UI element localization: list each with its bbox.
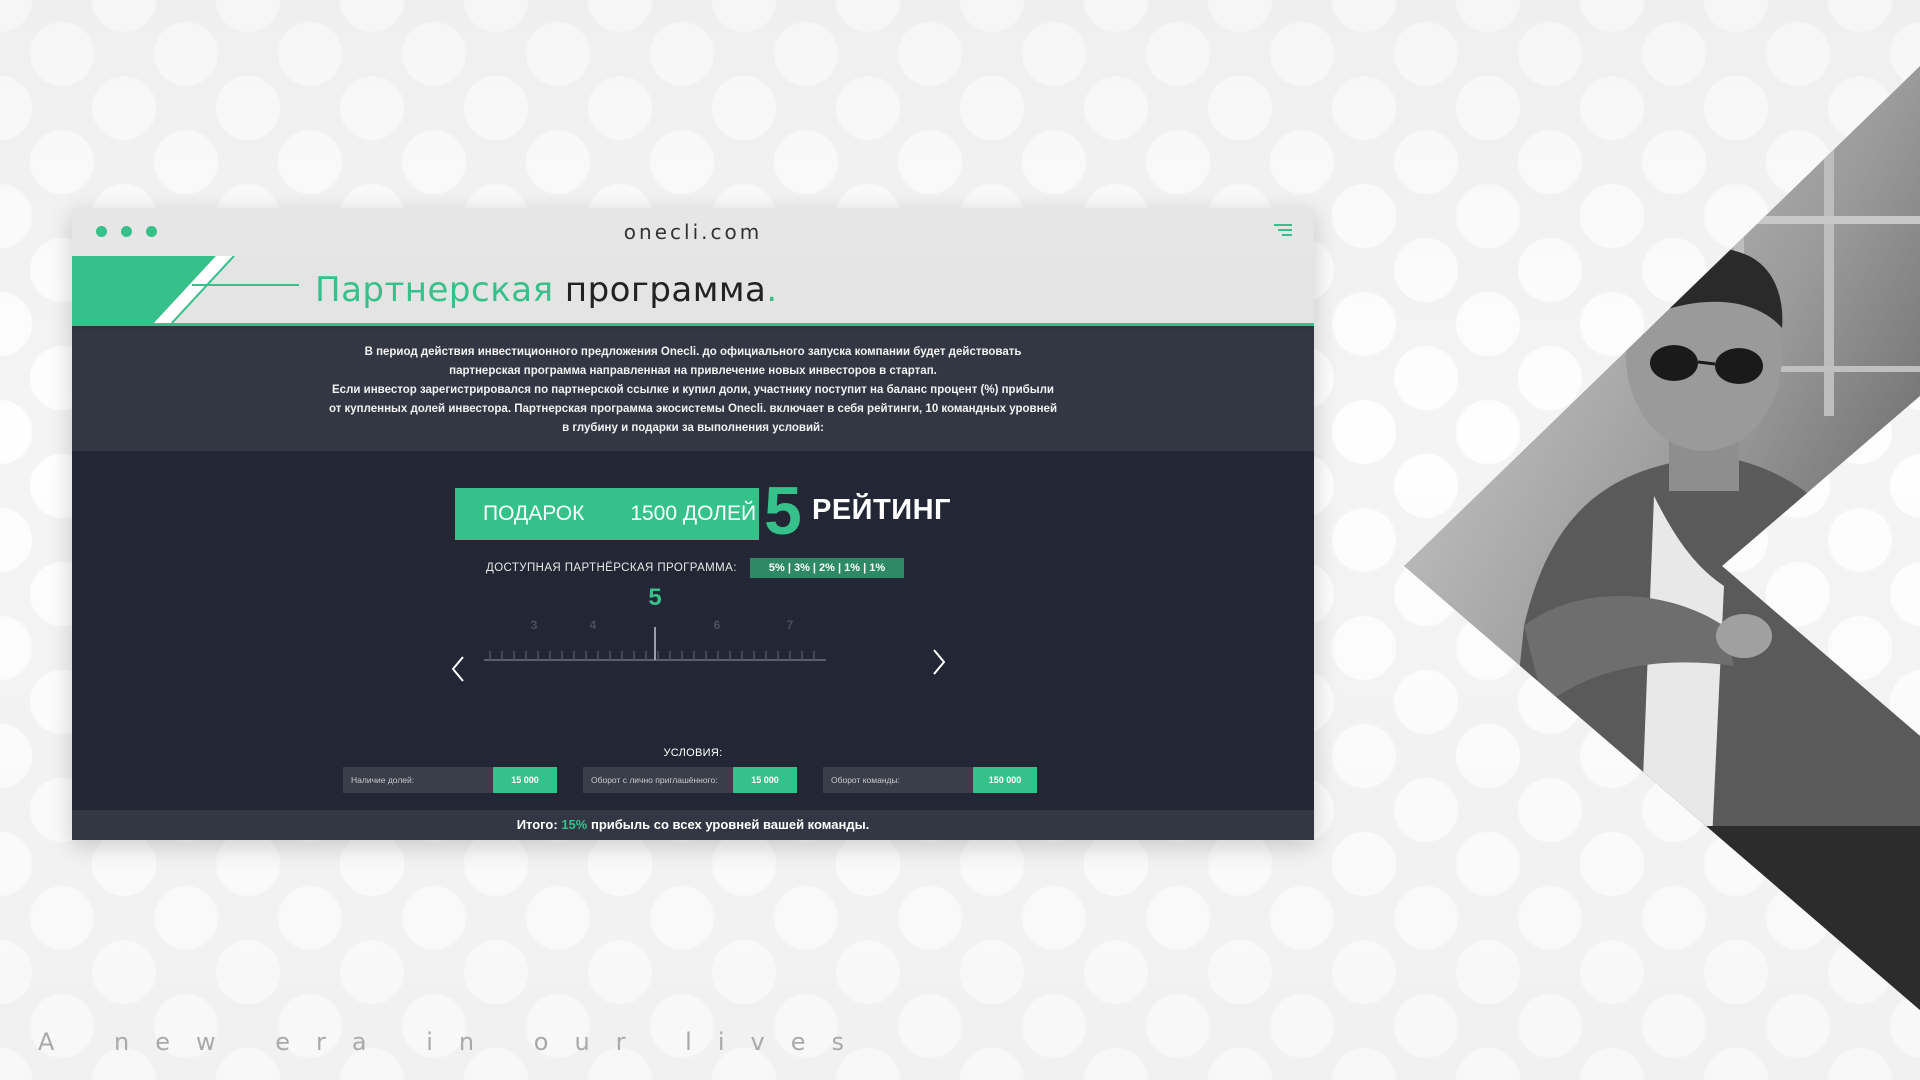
scale-ticks (489, 651, 815, 660)
chevron-right-icon (933, 649, 946, 675)
tagline: A new era in our lives (38, 1028, 870, 1056)
condition-value: 15 000 (493, 767, 557, 793)
summary-footer: Итого: 15% прибыль со всех уровней вашей… (72, 810, 1314, 840)
page-title-part1: Партнерская (315, 270, 554, 310)
scale-tick-label: 3 (531, 618, 538, 632)
page-title: Партнерская программа. (315, 270, 778, 310)
summary-prefix: Итого: (516, 817, 558, 832)
condition-team-turnover: Оборот команды: 150 000 (823, 767, 1037, 793)
condition-personal-turnover: Оборот с лично приглашённого: 15 000 (583, 767, 797, 793)
scale-tick-label: 4 (590, 618, 597, 632)
person-photo (1404, 66, 1920, 1010)
scale-current-label: 5 (648, 584, 661, 611)
condition-value: 150 000 (973, 767, 1037, 793)
intro-line: В период действия инвестиционного предло… (364, 346, 1022, 358)
summary-suffix: прибыль со всех уровней вашей команды. (590, 817, 870, 832)
browser-chrome: onecli.com (72, 208, 1314, 256)
condition-label: Оборот с лично приглашённого: (583, 767, 733, 793)
prev-rating-button[interactable] (446, 651, 470, 687)
chevron-left-icon (451, 656, 464, 682)
conditions-title: УСЛОВИЯ: (663, 747, 723, 759)
intro-text: В период действия инвестиционного предло… (72, 329, 1314, 451)
menu-icon[interactable] (1274, 224, 1292, 238)
page-title-dot: . (766, 270, 778, 310)
summary-percent: 15% (561, 817, 588, 832)
page-title-part2: программа (564, 270, 767, 310)
condition-label: Оборот команды: (823, 767, 973, 793)
scale-tick-label: 7 (787, 618, 794, 632)
intro-line: Если инвестор зарегистрировался по партн… (332, 384, 1054, 396)
intro-line: от купленных долей инвестора. Партнерска… (328, 403, 1058, 415)
chevron-photo-graphic (1404, 66, 1920, 1010)
condition-label: Наличие долей: (343, 767, 493, 793)
page-header: Партнерская программа. (72, 256, 1314, 326)
intro-line: в глубину и подарки за выполнения услови… (562, 422, 824, 434)
address-bar-url[interactable]: onecli.com (72, 220, 1314, 244)
browser-window: onecli.com Партнерская программа. В пери… (72, 208, 1314, 840)
rating-scale[interactable]: 5 3 4 6 7 (472, 579, 872, 679)
next-rating-button[interactable] (927, 644, 951, 680)
rating-panel: ПОДАРОК 1500 ДОЛЕЙ 5 РЕЙТИНГ ДОСТУПНАЯ П… (72, 451, 1314, 810)
condition-value: 15 000 (733, 767, 797, 793)
scale-tick-label: 6 (714, 618, 721, 632)
intro-line: партнерская программа направленная на пр… (449, 365, 937, 377)
condition-shares: Наличие долей: 15 000 (343, 767, 557, 793)
